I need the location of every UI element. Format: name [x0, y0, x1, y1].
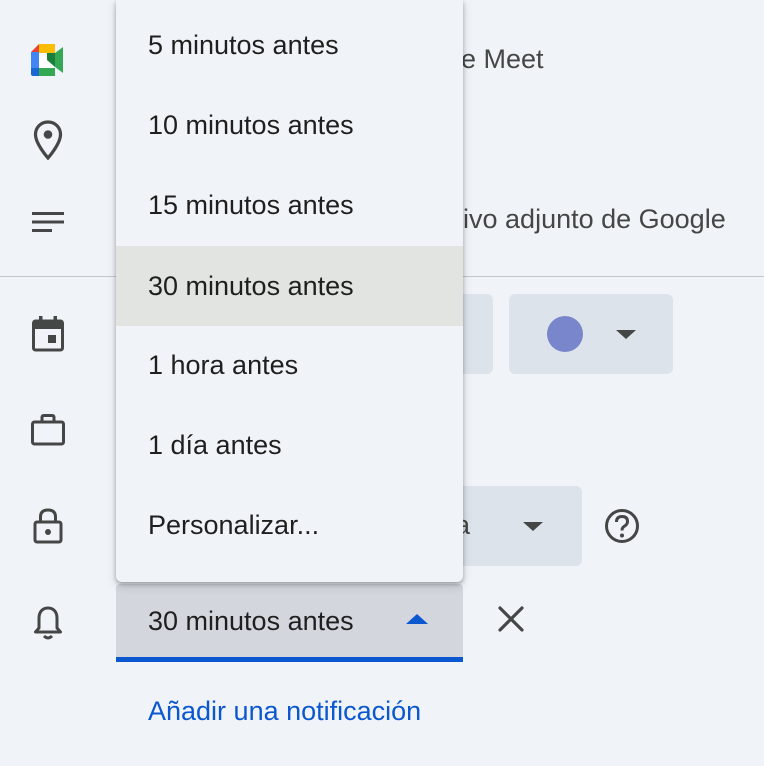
menu-item-option-selected[interactable]: 30 minutos antes	[116, 246, 463, 326]
lock-icon	[28, 506, 68, 546]
reminder-select[interactable]: 30 minutos antes	[116, 584, 463, 662]
event-color-dot	[547, 316, 583, 352]
reminder-dropdown-menu: 5 minutos antes 10 minutos antes 15 minu…	[116, 0, 463, 582]
briefcase-icon	[28, 410, 68, 450]
event-color-select[interactable]	[509, 294, 673, 374]
reminder-value: 30 minutos antes	[148, 606, 354, 636]
menu-item-option[interactable]: 1 hora antes	[116, 325, 463, 405]
chevron-up-icon	[406, 614, 428, 624]
menu-item-option[interactable]: 10 minutos antes	[116, 85, 463, 165]
menu-item-custom[interactable]: Personalizar...	[116, 485, 463, 565]
google-meet-icon	[28, 40, 68, 80]
remove-notification-button[interactable]	[492, 600, 530, 638]
menu-item-option[interactable]: 1 día antes	[116, 405, 463, 485]
bell-icon	[28, 603, 68, 643]
description-icon	[28, 202, 68, 242]
calendar-icon	[28, 314, 68, 354]
location-icon	[28, 120, 68, 160]
attachment-label: hivo adjunto de Google	[448, 204, 726, 234]
menu-item-option[interactable]: 5 minutos antes	[116, 5, 463, 85]
chevron-down-icon	[616, 330, 636, 339]
help-icon[interactable]	[604, 508, 640, 544]
chevron-down-icon	[523, 522, 543, 531]
menu-item-option[interactable]: 15 minutos antes	[116, 165, 463, 245]
add-notification-link[interactable]: Añadir una notificación	[148, 696, 421, 727]
